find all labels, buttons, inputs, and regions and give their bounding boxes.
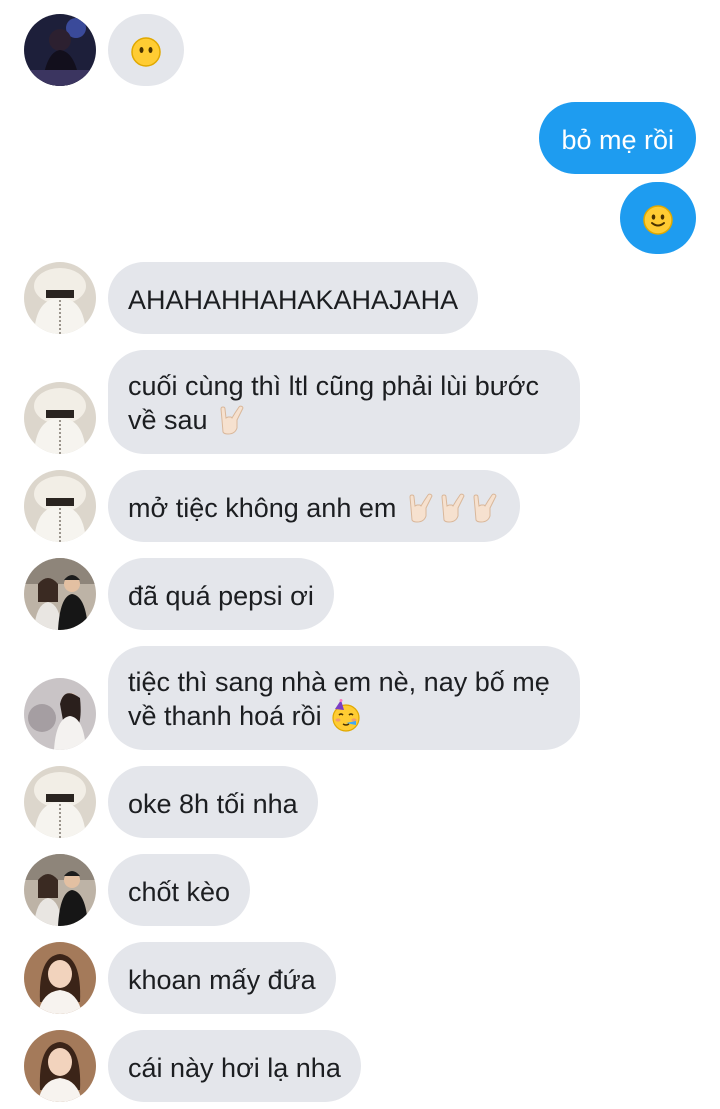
message-row: [0, 14, 720, 86]
message-bubble[interactable]: chốt kèo: [108, 854, 251, 926]
message-row: oke 8h tối nha: [0, 766, 720, 838]
neutral-face-icon: [131, 37, 161, 67]
message-row: khoan mấy đứa: [0, 942, 720, 1014]
rock-hand-icon: [409, 493, 433, 523]
rock-hand-icon: [473, 493, 497, 523]
message-text-line: tiệc thì sang nhà em nè, nay bố mẹ: [128, 667, 550, 697]
message-bubble[interactable]: [108, 14, 184, 86]
message-bubble[interactable]: đã quá pepsi ơi: [108, 558, 334, 630]
avatar[interactable]: [24, 854, 96, 926]
message-text-line: về sau: [128, 404, 208, 435]
message-text: mở tiệc không anh em: [128, 492, 397, 523]
avatar[interactable]: [24, 678, 96, 750]
message-bubble[interactable]: oke 8h tối nha: [108, 766, 318, 838]
message-bubble[interactable]: cái này hơi lạ nha: [108, 1030, 361, 1102]
message-text: đã quá pepsi ơi: [128, 580, 314, 611]
message-row: tiệc thì sang nhà em nè, nay bố mẹ về th…: [0, 646, 720, 750]
message-row: mở tiệc không anh em: [0, 470, 720, 542]
message-text-line-wrap: về thanh hoá rồi: [128, 698, 560, 733]
message-row: [0, 182, 720, 254]
avatar[interactable]: [24, 470, 96, 542]
message-bubble[interactable]: bỏ mẹ rồi: [539, 102, 696, 174]
rock-hand-icon: [220, 405, 244, 435]
message-bubble[interactable]: cuối cùng thì ltl cũng phải lùi bước về …: [108, 350, 580, 454]
message-text: cái này hơi lạ nha: [128, 1052, 341, 1083]
message-bubble[interactable]: mở tiệc không anh em: [108, 470, 520, 542]
slight-smile-icon: [643, 205, 673, 235]
message-bubble[interactable]: [620, 182, 696, 254]
message-row: bỏ mẹ rồi: [0, 102, 720, 174]
avatar[interactable]: [24, 1030, 96, 1102]
message-bubble[interactable]: tiệc thì sang nhà em nè, nay bố mẹ về th…: [108, 646, 580, 750]
message-row: đã quá pepsi ơi: [0, 558, 720, 630]
message-text: khoan mấy đứa: [128, 964, 316, 995]
message-row: cái này hơi lạ nha: [0, 1030, 720, 1102]
avatar[interactable]: [24, 14, 96, 86]
message-text-line: cuối cùng thì ltl cũng phải lùi bước: [128, 371, 540, 401]
message-text: AHAHAHHAHAKAHAJAHA: [128, 284, 459, 315]
message-text-line-wrap: về sau: [128, 402, 560, 436]
message-text: oke 8h tối nha: [128, 788, 298, 819]
avatar[interactable]: [24, 558, 96, 630]
message-row: chốt kèo: [0, 854, 720, 926]
avatar[interactable]: [24, 766, 96, 838]
message-text: chốt kèo: [128, 876, 231, 907]
message-bubble[interactable]: khoan mấy đứa: [108, 942, 336, 1014]
message-row: cuối cùng thì ltl cũng phải lùi bước về …: [0, 350, 720, 454]
message-bubble[interactable]: AHAHAHHAHAKAHAJAHA: [108, 262, 479, 334]
party-face-icon: [332, 698, 360, 732]
avatar[interactable]: [24, 382, 96, 454]
message-text-line: về thanh hoá rồi: [128, 700, 322, 731]
message-row: AHAHAHHAHAKAHAJAHA: [0, 262, 720, 334]
avatar[interactable]: [24, 262, 96, 334]
rock-hand-icon: [441, 493, 465, 523]
avatar[interactable]: [24, 942, 96, 1014]
message-text: bỏ mẹ rồi: [561, 124, 674, 155]
